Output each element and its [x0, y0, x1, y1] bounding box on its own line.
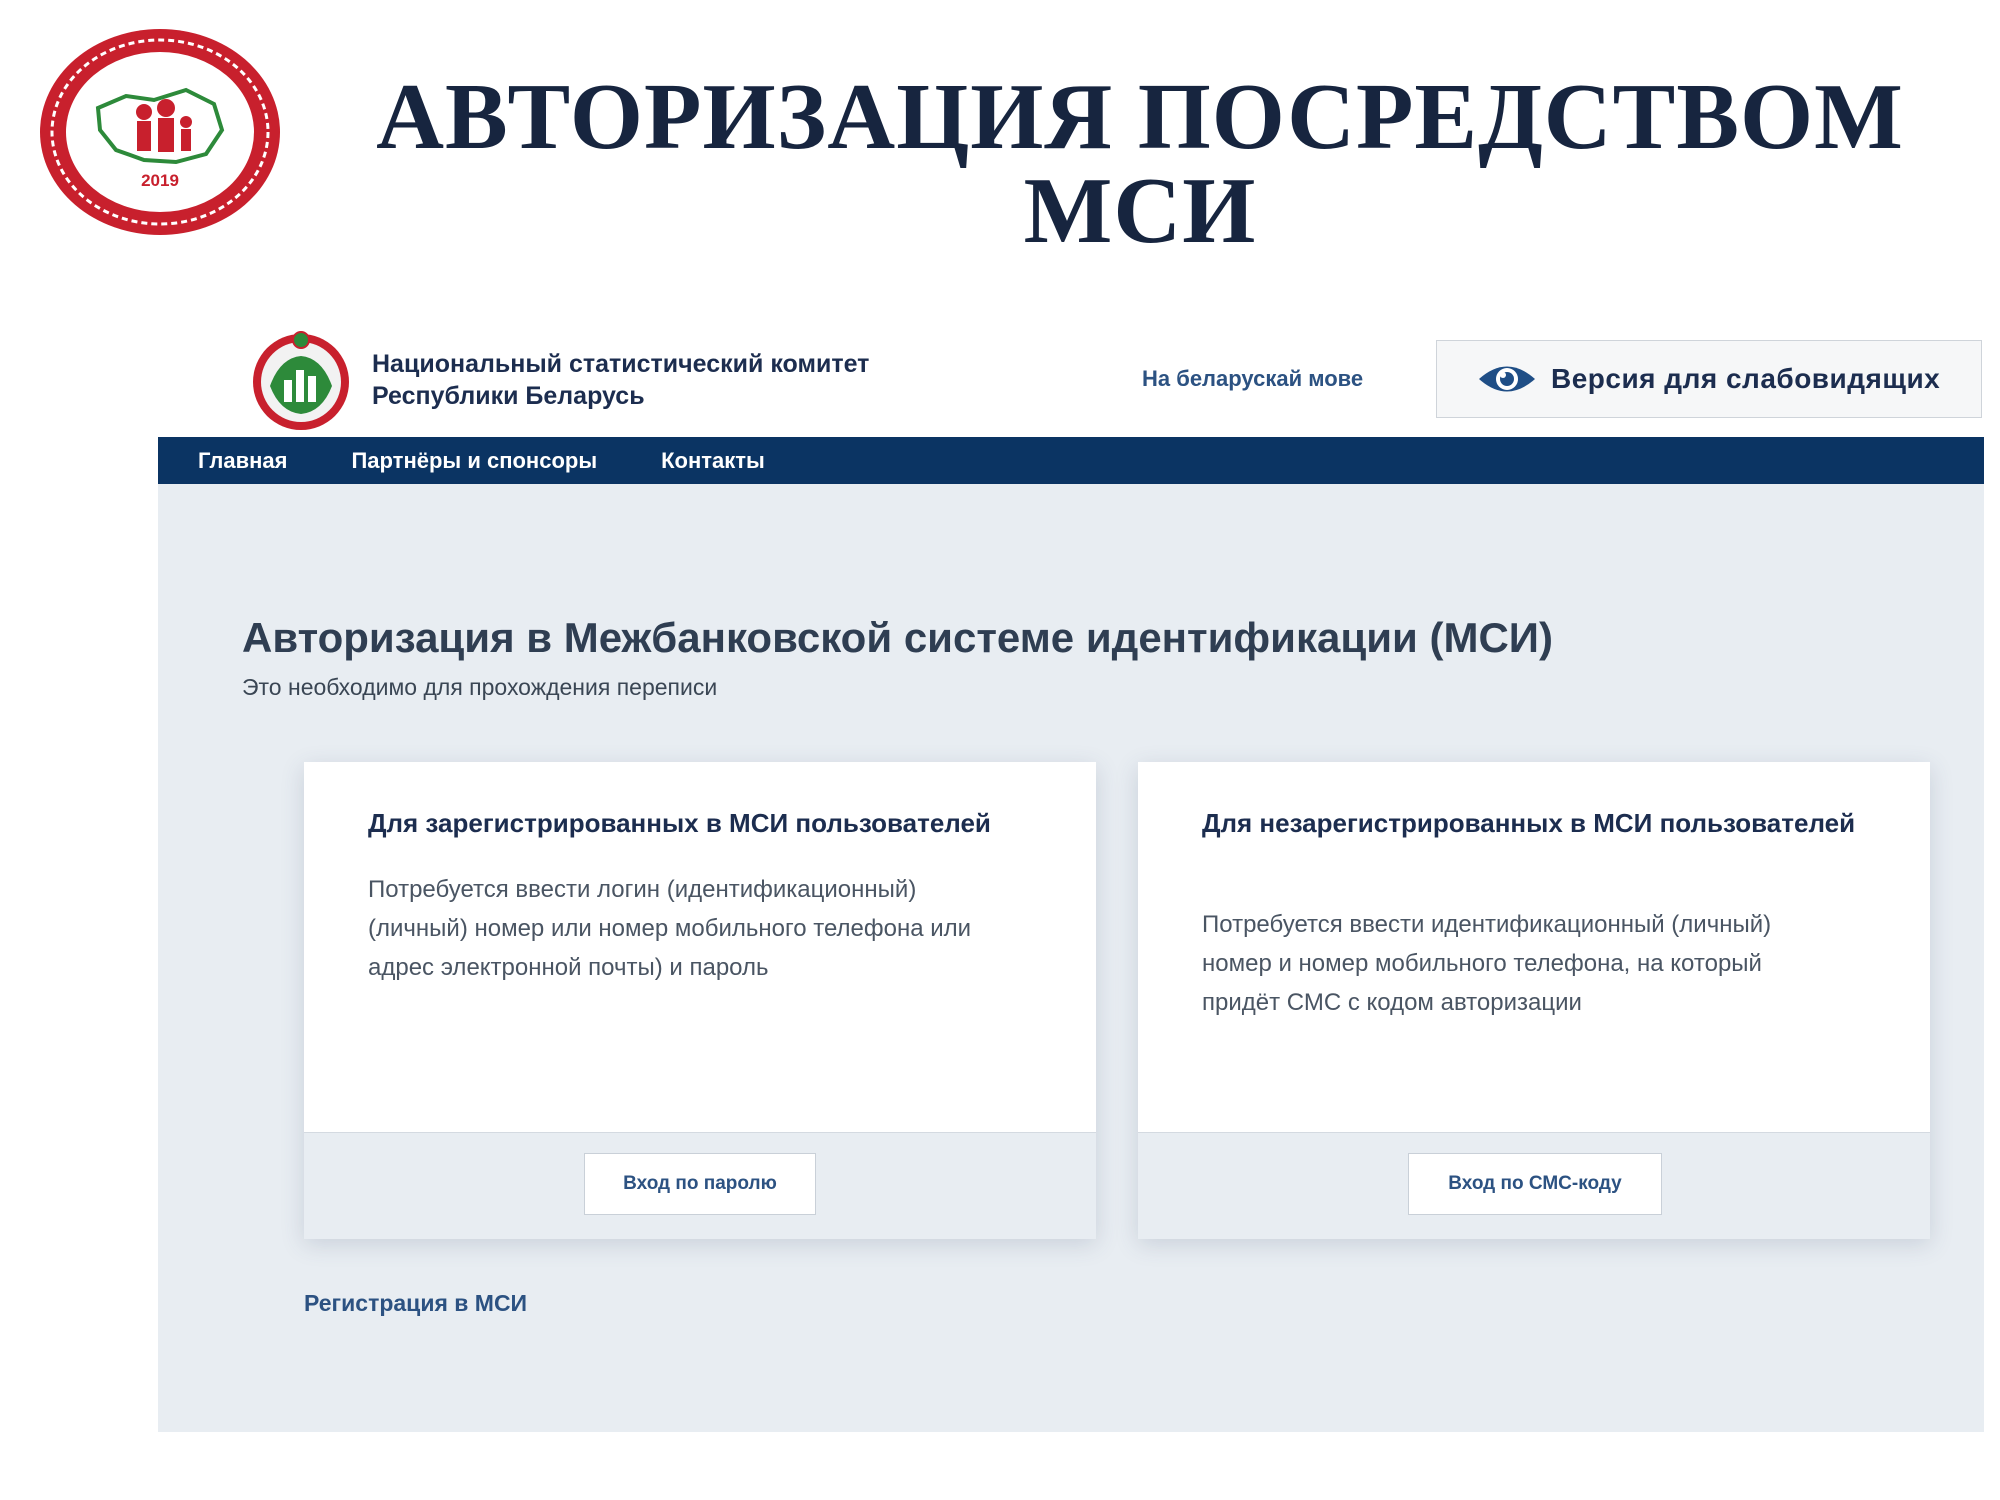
login-by-password-button[interactable]: Вход по паролю — [584, 1153, 816, 1215]
page-title: Авторизация в Межбанковской системе иден… — [242, 614, 1553, 661]
logo-year: 2019 — [141, 171, 179, 190]
login-by-sms-button[interactable]: Вход по СМС-коду — [1408, 1153, 1662, 1215]
card-footer: Вход по паролю — [304, 1132, 1096, 1239]
website-screenshot: Национальный статистический комитет Респ… — [158, 328, 1984, 1432]
org-name-line2: Республики Беларусь — [372, 382, 645, 410]
card-title: Для зарегистрированных в МСИ пользовател… — [368, 808, 991, 838]
organization-name: Национальный статистический комитет Респ… — [372, 348, 869, 412]
register-msi-link[interactable]: Регистрация в МСИ — [304, 1290, 527, 1317]
low-vision-version-button[interactable]: Версия для слабовидящих — [1436, 340, 1982, 418]
site-header: Национальный статистический комитет Респ… — [158, 328, 1984, 437]
nav-item-partners[interactable]: Партнёры и спонсоры — [351, 448, 597, 474]
eye-icon — [1479, 366, 1535, 392]
belstat-logo[interactable] — [250, 328, 352, 433]
main-navigation: Главная Партнёры и спонсоры Контакты — [158, 437, 1984, 484]
census-logo: 2019 — [36, 26, 284, 238]
unregistered-users-card: Для незарегистрированных в МСИ пользоват… — [1138, 762, 1930, 1239]
org-name-line1: Национальный статистический комитет — [372, 350, 870, 378]
low-vision-button-label: Версия для слабовидящих — [1551, 363, 1941, 394]
page-subtitle: Это необходимо для прохождения переписи — [242, 674, 718, 700]
main-content: Авторизация в Межбанковской системе иден… — [158, 484, 1984, 1432]
nav-item-contacts[interactable]: Контакты — [661, 448, 765, 474]
card-description: Потребуется ввести идентификационный (ли… — [1202, 911, 1772, 1016]
language-switch-link[interactable]: На беларускай мове — [1142, 366, 1363, 392]
card-title: Для незарегистрированных в МСИ пользоват… — [1202, 808, 1856, 838]
nav-item-home[interactable]: Главная — [198, 448, 287, 474]
card-description: Потребуется ввести логин (идентификацион… — [368, 876, 972, 981]
registered-users-card: Для зарегистрированных в МСИ пользовател… — [304, 762, 1096, 1239]
card-footer: Вход по СМС-коду — [1138, 1132, 1930, 1239]
slide-title: АВТОРИЗАЦИЯ ПОСРЕДСТВОМ МСИ — [376, 65, 1904, 263]
